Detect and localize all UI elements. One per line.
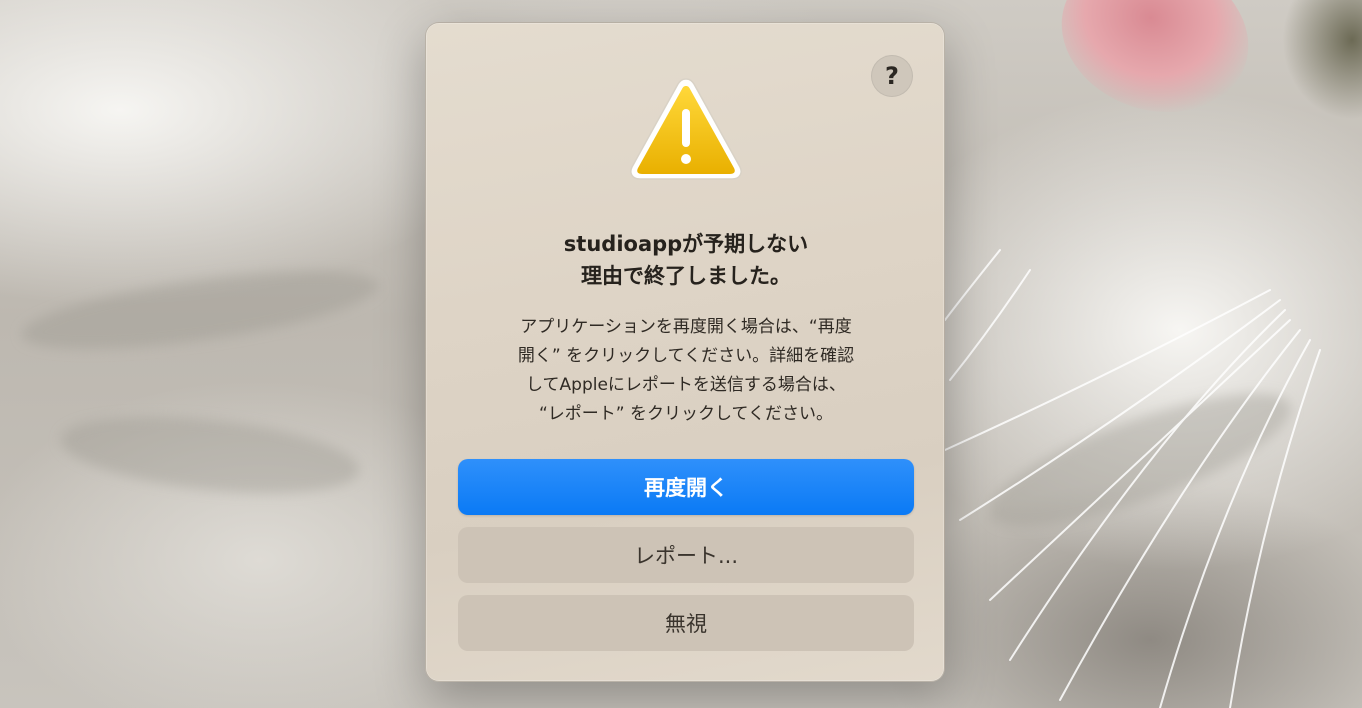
alert-title-line: 理由で終了しました。 bbox=[581, 264, 791, 288]
reopen-button[interactable]: 再度開く bbox=[458, 459, 914, 515]
help-button[interactable]: ? bbox=[871, 55, 913, 97]
alert-message-line: 開く” をクリックしてください。詳細を確認 bbox=[517, 346, 855, 366]
alert-message-line: “レポート” をクリックしてください。 bbox=[539, 404, 833, 424]
alert-message: アプリケーションを再度開く場合は、“再度 開く” をクリックしてください。詳細を… bbox=[478, 313, 894, 429]
report-button[interactable]: レポート... bbox=[458, 527, 914, 583]
alert-title-line: studioappが予期しない bbox=[563, 232, 809, 256]
crash-alert-dialog: ? studioappが予期しない 理由で終了しました。 アプリケーションを再度… bbox=[425, 22, 945, 682]
alert-message-line: アプリケーションを再度開く場合は、“再度 bbox=[520, 317, 852, 337]
ignore-button[interactable]: 無視 bbox=[458, 595, 914, 651]
warning-triangle-icon bbox=[630, 78, 742, 180]
alert-message-line: してAppleにレポートを送信する場合は、 bbox=[526, 375, 846, 395]
alert-title: studioappが予期しない 理由で終了しました。 bbox=[466, 228, 906, 292]
question-mark-icon: ? bbox=[885, 62, 899, 90]
